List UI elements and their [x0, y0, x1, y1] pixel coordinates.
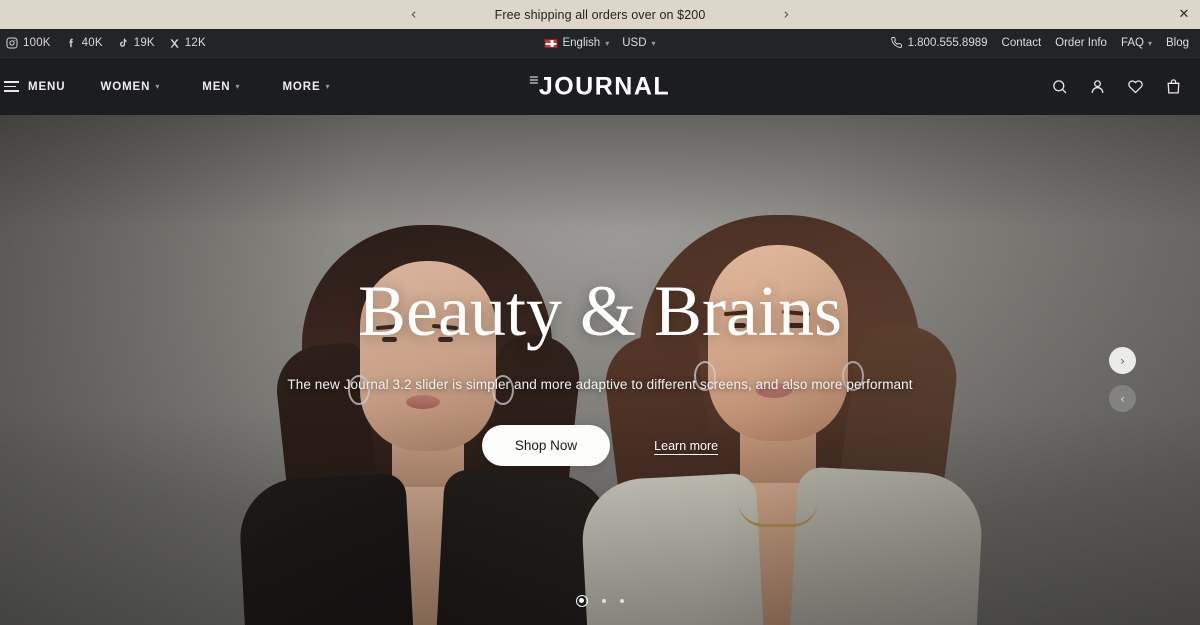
- social-links: 100K 40K 19K 12K: [0, 37, 206, 49]
- currency-label: USD: [622, 37, 647, 49]
- chevron-down-icon: ▾: [1147, 38, 1152, 48]
- facebook-icon: [69, 38, 73, 48]
- social-link-facebook[interactable]: 40K: [65, 37, 103, 49]
- top-link-blog[interactable]: Blog: [1166, 37, 1189, 49]
- top-link-faq[interactable]: FAQ ▾: [1121, 37, 1152, 49]
- announcement-inner: ‹ Free shipping all orders over on $200 …: [411, 7, 790, 22]
- social-count-x-twitter: 12K: [184, 37, 206, 49]
- nav-item-women[interactable]: WOMEN ▾: [79, 81, 181, 93]
- currency-selector[interactable]: USD ▾: [622, 37, 655, 49]
- locale-selectors: English ▾ USD ▾: [544, 37, 656, 49]
- wishlist-icon[interactable]: [1127, 78, 1144, 95]
- flag-icon: [544, 38, 558, 48]
- instagram-icon: [6, 37, 18, 49]
- hero-dot-2[interactable]: [602, 599, 606, 603]
- nav-item-more[interactable]: MORE ▾: [261, 81, 351, 93]
- announcement-next-icon[interactable]: ›: [783, 7, 789, 22]
- hero-slider-arrows: › ‹: [1109, 347, 1136, 412]
- social-link-instagram[interactable]: 100K: [6, 37, 51, 49]
- phone-icon: [890, 37, 902, 48]
- chevron-down-icon: ▾: [155, 82, 161, 91]
- top-link-order-info-label: Order Info: [1055, 37, 1107, 49]
- site-logo-text: JOURNAL: [538, 72, 671, 100]
- hero-pagination: [576, 595, 624, 607]
- hero-slider: Beauty & Brains The new Journal 3.2 slid…: [0, 115, 1200, 625]
- shop-now-button[interactable]: Shop Now: [481, 425, 611, 466]
- learn-more-link[interactable]: Learn more: [654, 439, 718, 453]
- phone-number: 1.800.555.8989: [907, 37, 988, 49]
- nav-item-women-label: WOMEN: [100, 80, 151, 93]
- hero-actions: Shop Now Learn more: [481, 425, 718, 466]
- search-icon[interactable]: [1051, 78, 1068, 95]
- nav-right-group: [1051, 78, 1200, 95]
- top-link-contact-label: Contact: [1001, 37, 1042, 49]
- main-navigation: MENU WOMEN ▾ MEN ▾ MORE ▾ JOURNAL: [0, 58, 1200, 115]
- hero-subtitle: The new Journal 3.2 slider is simpler an…: [287, 377, 913, 392]
- nav-item-more-label: MORE: [282, 80, 321, 93]
- hero-prev-icon[interactable]: ‹: [1109, 385, 1136, 412]
- menu-button-label: MENU: [28, 80, 66, 93]
- menu-button[interactable]: MENU: [0, 81, 79, 93]
- announcement-prev-icon[interactable]: ‹: [411, 7, 417, 22]
- hero-title: Beauty & Brains: [358, 271, 842, 351]
- announcement-text: Free shipping all orders over on $200: [494, 7, 706, 22]
- chevron-down-icon: ▾: [235, 82, 241, 91]
- top-utility-links: 1.800.555.8989 Contact Order Info FAQ ▾ …: [890, 37, 1200, 49]
- top-link-blog-label: Blog: [1165, 37, 1189, 49]
- account-icon[interactable]: [1089, 78, 1106, 95]
- language-selector[interactable]: English ▾: [544, 37, 609, 49]
- nav-item-men-label: MEN: [202, 80, 231, 93]
- social-link-tiktok[interactable]: 19K: [117, 37, 155, 49]
- hero-next-icon[interactable]: ›: [1109, 347, 1136, 374]
- top-utility-bar: 100K 40K 19K 12K English ▾ USD ▾ 1.800.5…: [0, 29, 1200, 58]
- hero-dot-1[interactable]: [576, 595, 588, 607]
- hero-content: Beauty & Brains The new Journal 3.2 slid…: [0, 115, 1200, 625]
- cart-icon[interactable]: [1165, 78, 1182, 95]
- hamburger-icon: [4, 81, 19, 92]
- site-logo[interactable]: JOURNAL: [529, 72, 671, 101]
- chevron-down-icon: ▾: [605, 38, 610, 48]
- phone-link[interactable]: 1.800.555.8989: [890, 37, 988, 49]
- nav-left-group: MENU WOMEN ▾ MEN ▾ MORE ▾: [0, 81, 351, 93]
- language-label: English: [562, 37, 601, 49]
- logo-mark-icon: [529, 76, 538, 87]
- social-link-x-twitter[interactable]: 12K: [169, 37, 206, 49]
- nav-item-men[interactable]: MEN ▾: [181, 81, 261, 93]
- announcement-bar: ‹ Free shipping all orders over on $200 …: [0, 0, 1200, 29]
- social-count-instagram: 100K: [23, 37, 51, 49]
- top-link-order-info[interactable]: Order Info: [1055, 37, 1107, 49]
- social-count-tiktok: 19K: [133, 37, 155, 49]
- chevron-down-icon: ▾: [651, 38, 656, 48]
- top-link-contact[interactable]: Contact: [1002, 37, 1042, 49]
- top-link-faq-label: FAQ: [1120, 37, 1144, 49]
- tiktok-icon: [119, 38, 127, 47]
- close-icon[interactable]: ✕: [1175, 6, 1193, 24]
- hero-dot-3[interactable]: [620, 599, 624, 603]
- social-count-facebook: 40K: [81, 37, 103, 49]
- x-twitter-icon: [170, 38, 179, 48]
- chevron-down-icon: ▾: [325, 82, 331, 91]
